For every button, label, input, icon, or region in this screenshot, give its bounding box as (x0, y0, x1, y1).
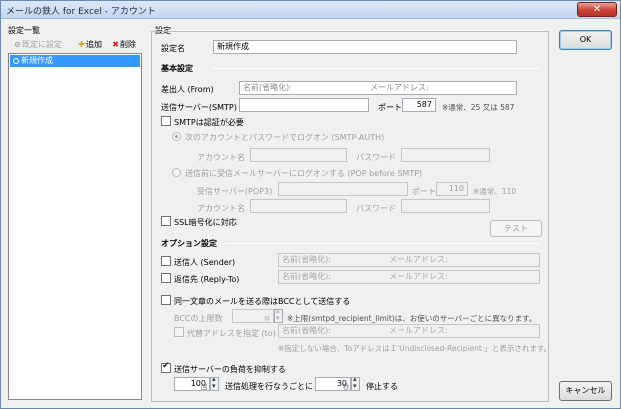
smtp-server-field[interactable] (239, 98, 369, 112)
auth-password-label: パスワード (356, 153, 396, 162)
close-button[interactable]: ✕ (577, 2, 617, 17)
pop-password-field[interactable] (401, 199, 490, 213)
pop-port-field[interactable]: 110 (436, 182, 468, 196)
pop-account-label: アカウント名 (197, 204, 245, 213)
pop-before-smtp-label: 送信前に受信メールサーバーにログオンする (POP before SMTP) (185, 169, 423, 178)
alt-to-note: ※指定しない場合、ToアドレスはＩ'Undisclosed-Recipient:… (278, 344, 552, 353)
alt-to-field[interactable]: 名前(省略化): メールアドレス: (278, 324, 540, 338)
throttle-count-unit: 回 (201, 383, 208, 391)
ssl-label: SSL暗号化に対応 (174, 218, 237, 227)
x-icon: ✖ (112, 40, 119, 49)
smtp-label: 送信サーバー(SMTP) (161, 103, 237, 112)
cancel-button[interactable]: キャンセル (559, 381, 612, 401)
option-settings-divider (226, 243, 541, 244)
pop-password-label: パスワード (356, 204, 396, 213)
throttle-label: 送信サーバーの負荷を抑制する (174, 365, 286, 374)
bcc-checkbox[interactable] (161, 295, 171, 305)
settings-list[interactable]: 新規作成 (8, 53, 142, 400)
auth-password-field[interactable] (401, 148, 490, 162)
account-dialog: メールの鉄人 for Excel - アカウント ✕ 設定一覧 ⊘既定に設定 ✚… (0, 0, 621, 409)
delete-button[interactable]: ✖削除 (108, 38, 139, 52)
smtp-auth-radio-label: 次のアカウントとパスワードでログオン (SMTP-AUTH) (185, 133, 385, 142)
test-button[interactable]: テスト (490, 220, 542, 237)
auth-account-label: アカウント名 (197, 153, 245, 162)
smtp-auth-label: SMTPは認証が必要 (174, 118, 244, 127)
throttle-text: 送信処理を行なうごとに (225, 382, 313, 391)
from-label: 差出人 (From) (161, 85, 214, 94)
throttle-seconds-unit: 秒 (343, 383, 350, 391)
setting-name-label: 設定名 (161, 44, 185, 53)
alt-to-checkbox[interactable] (174, 327, 184, 337)
title-bar: メールの鉄人 for Excel - アカウント ✕ (1, 1, 620, 19)
ssl-checkbox[interactable] (161, 216, 171, 226)
setting-name-field[interactable]: 新規作成 (213, 40, 517, 54)
throttle-count-spinner[interactable] (210, 375, 219, 391)
throttle-seconds-spinner[interactable] (351, 375, 360, 391)
basic-settings-title: 基本設定 (161, 64, 193, 73)
add-button[interactable]: ✚追加 (74, 38, 105, 52)
pop-before-smtp-radio[interactable] (172, 168, 181, 177)
smtp-port-note: ※通常、25 又は 587 (442, 103, 515, 112)
set-default-button[interactable]: ⊘既定に設定 (10, 38, 65, 52)
option-settings-title: オプション設定 (161, 239, 217, 248)
window-title: メールの鉄人 for Excel - アカウント (6, 7, 156, 17)
pop-port-note: ※通常、110 (473, 187, 517, 196)
smtp-auth-checkbox[interactable] (161, 116, 171, 126)
alt-to-label: 代替アドレスを指定 (to) (187, 329, 276, 338)
throttle-stop-label: 停止する (366, 382, 398, 391)
ok-button[interactable]: OK (559, 30, 612, 50)
sender-checkbox[interactable] (161, 256, 171, 266)
from-field[interactable]: 名前(省略化): メールアドレス: (239, 81, 517, 95)
auth-account-field[interactable] (250, 148, 347, 162)
sender-label: 送信人 (Sender) (174, 258, 236, 267)
list-item[interactable]: 新規作成 (10, 55, 140, 67)
smtp-port-label: ポート (378, 103, 402, 112)
bcc-unit: 件 (264, 315, 271, 323)
plus-icon: ✚ (78, 40, 85, 49)
reply-to-label: 返信先 (Reply-To) (174, 275, 240, 284)
sender-field[interactable]: 名前(省略化): メールアドレス: (278, 253, 540, 267)
account-icon (13, 58, 19, 64)
pop-server-label: 受信サーバー(POP3) (197, 187, 273, 196)
throttle-checkbox[interactable] (161, 361, 171, 373)
basic-settings-divider (211, 68, 541, 69)
smtp-port-field[interactable]: 587 (402, 98, 436, 112)
bcc-limit-label: BCCの上限数 (174, 314, 223, 323)
smtp-auth-radio[interactable] (172, 132, 181, 141)
reply-to-checkbox[interactable] (161, 273, 171, 283)
reply-to-field[interactable]: 名前(省略化): メールアドレス: (278, 270, 540, 284)
pop-server-field[interactable] (278, 182, 408, 196)
default-icon: ⊘ (14, 40, 21, 49)
bcc-limit-spinner[interactable] (274, 307, 283, 323)
pop-port-label: ポート (412, 187, 436, 196)
bcc-label: 同一文章のメールを送る際はBCCとして送信する (174, 297, 351, 306)
pop-account-field[interactable] (250, 199, 347, 213)
bcc-note: ※上限(smtpd_recipient_limit)は、お使いのサーバーごとに異… (287, 314, 537, 323)
